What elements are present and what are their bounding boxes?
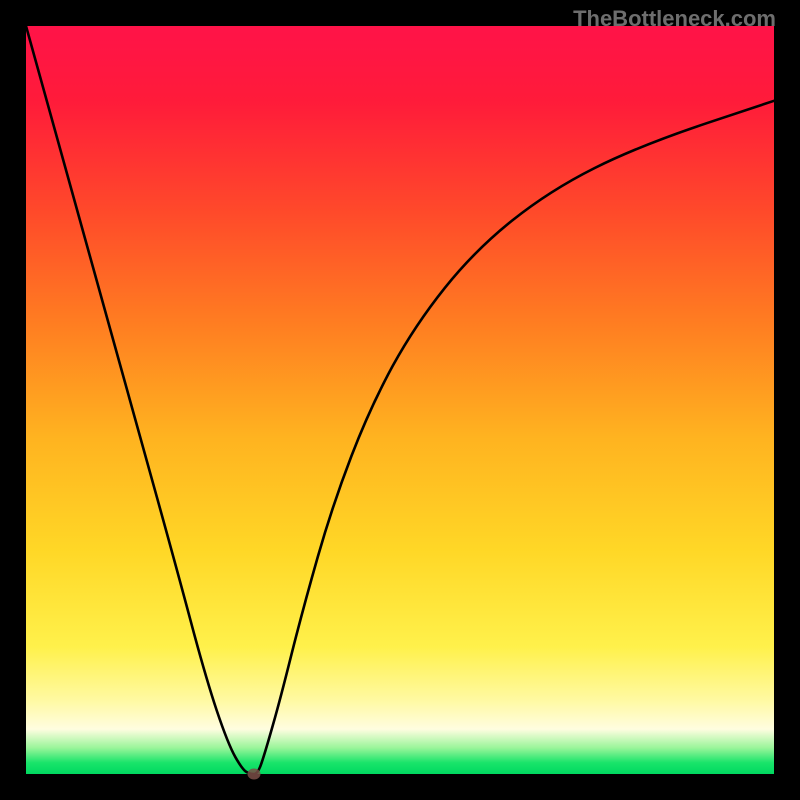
watermark-text: TheBottleneck.com [573, 6, 776, 32]
curve-path [26, 26, 774, 774]
bottleneck-curve [26, 26, 774, 774]
optimal-point-marker [248, 769, 261, 780]
chart-area [26, 26, 774, 774]
